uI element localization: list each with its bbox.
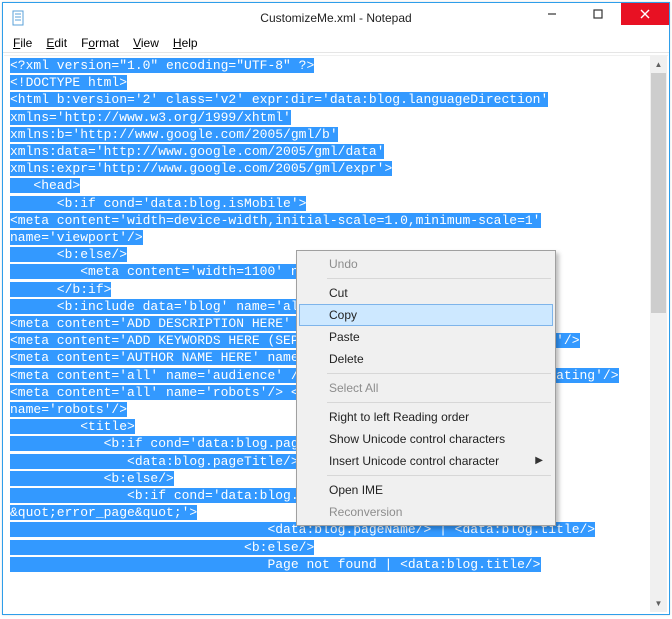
notepad-window: CustomizeMe.xml - Notepad File Edit Form… <box>2 2 670 615</box>
submenu-arrow-icon: ▶ <box>535 455 543 466</box>
ctx-insert-unicode[interactable]: Insert Unicode control character ▶ <box>299 450 553 472</box>
ctx-undo[interactable]: Undo <box>299 253 553 275</box>
ctx-copy-label: Copy <box>329 308 357 322</box>
editor-line: xmlns:expr='http://www.google.com/2005/g… <box>10 160 666 177</box>
ctx-separator <box>327 475 551 476</box>
scroll-up-button[interactable]: ▲ <box>650 56 667 73</box>
close-button[interactable] <box>621 3 669 25</box>
menubar: File Edit Format View Help <box>3 33 669 53</box>
editor-line: <?xml version="1.0" encoding="UTF-8" ?> <box>10 57 666 74</box>
minimize-button[interactable] <box>529 3 575 25</box>
ctx-delete-label: Delete <box>329 352 364 366</box>
context-menu: Undo Cut Copy Paste Delete Select All Ri… <box>296 250 556 526</box>
ctx-paste-label: Paste <box>329 330 360 344</box>
window-controls <box>529 3 669 25</box>
ctx-reconversion[interactable]: Reconversion <box>299 501 553 523</box>
ctx-cut[interactable]: Cut <box>299 282 553 304</box>
editor-line: <!DOCTYPE html> <box>10 74 666 91</box>
ctx-reconversion-label: Reconversion <box>329 505 402 519</box>
scroll-down-button[interactable]: ▼ <box>650 595 667 612</box>
ctx-copy[interactable]: Copy <box>299 304 553 326</box>
maximize-button[interactable] <box>575 3 621 25</box>
ctx-separator <box>327 402 551 403</box>
ctx-paste[interactable]: Paste <box>299 326 553 348</box>
editor-line: <head> <box>10 177 666 194</box>
ctx-delete[interactable]: Delete <box>299 348 553 370</box>
vertical-scrollbar[interactable]: ▲ ▼ <box>650 56 667 612</box>
menu-help[interactable]: Help <box>167 35 204 51</box>
ctx-rtl-label: Right to left Reading order <box>329 410 469 424</box>
menu-edit[interactable]: Edit <box>40 35 73 51</box>
menu-view[interactable]: View <box>127 35 165 51</box>
editor-line: <meta content='width=device-width,initia… <box>10 212 666 229</box>
editor-line: <b:else/> <box>10 539 666 556</box>
scroll-track[interactable] <box>650 73 667 595</box>
editor-line: xmlns:data='http://www.google.com/2005/g… <box>10 143 666 160</box>
scroll-thumb[interactable] <box>651 73 666 313</box>
ctx-cut-label: Cut <box>329 286 348 300</box>
ctx-show-unicode[interactable]: Show Unicode control characters <box>299 428 553 450</box>
editor-line: name='viewport'/> <box>10 229 666 246</box>
ctx-undo-label: Undo <box>329 257 358 271</box>
titlebar[interactable]: CustomizeMe.xml - Notepad <box>3 3 669 33</box>
ctx-rtl[interactable]: Right to left Reading order <box>299 406 553 428</box>
menu-format[interactable]: Format <box>75 35 125 51</box>
ctx-separator <box>327 278 551 279</box>
ctx-select-all[interactable]: Select All <box>299 377 553 399</box>
ctx-insert-unicode-label: Insert Unicode control character <box>329 454 499 468</box>
editor-line: Page not found | <data:blog.title/> <box>10 556 666 573</box>
ctx-show-unicode-label: Show Unicode control characters <box>329 432 505 446</box>
ctx-separator <box>327 373 551 374</box>
menu-file[interactable]: File <box>7 35 38 51</box>
ctx-select-all-label: Select All <box>329 381 378 395</box>
editor-line: xmlns:b='http://www.google.com/2005/gml/… <box>10 126 666 143</box>
editor-line: xmlns='http://www.w3.org/1999/xhtml' <box>10 109 666 126</box>
ctx-open-ime-label: Open IME <box>329 483 383 497</box>
ctx-open-ime[interactable]: Open IME <box>299 479 553 501</box>
window-title: CustomizeMe.xml - Notepad <box>260 11 411 25</box>
editor-line: <html b:version='2' class='v2' expr:dir=… <box>10 91 666 108</box>
app-icon <box>11 10 27 26</box>
editor-line: <b:if cond='data:blog.isMobile'> <box>10 195 666 212</box>
